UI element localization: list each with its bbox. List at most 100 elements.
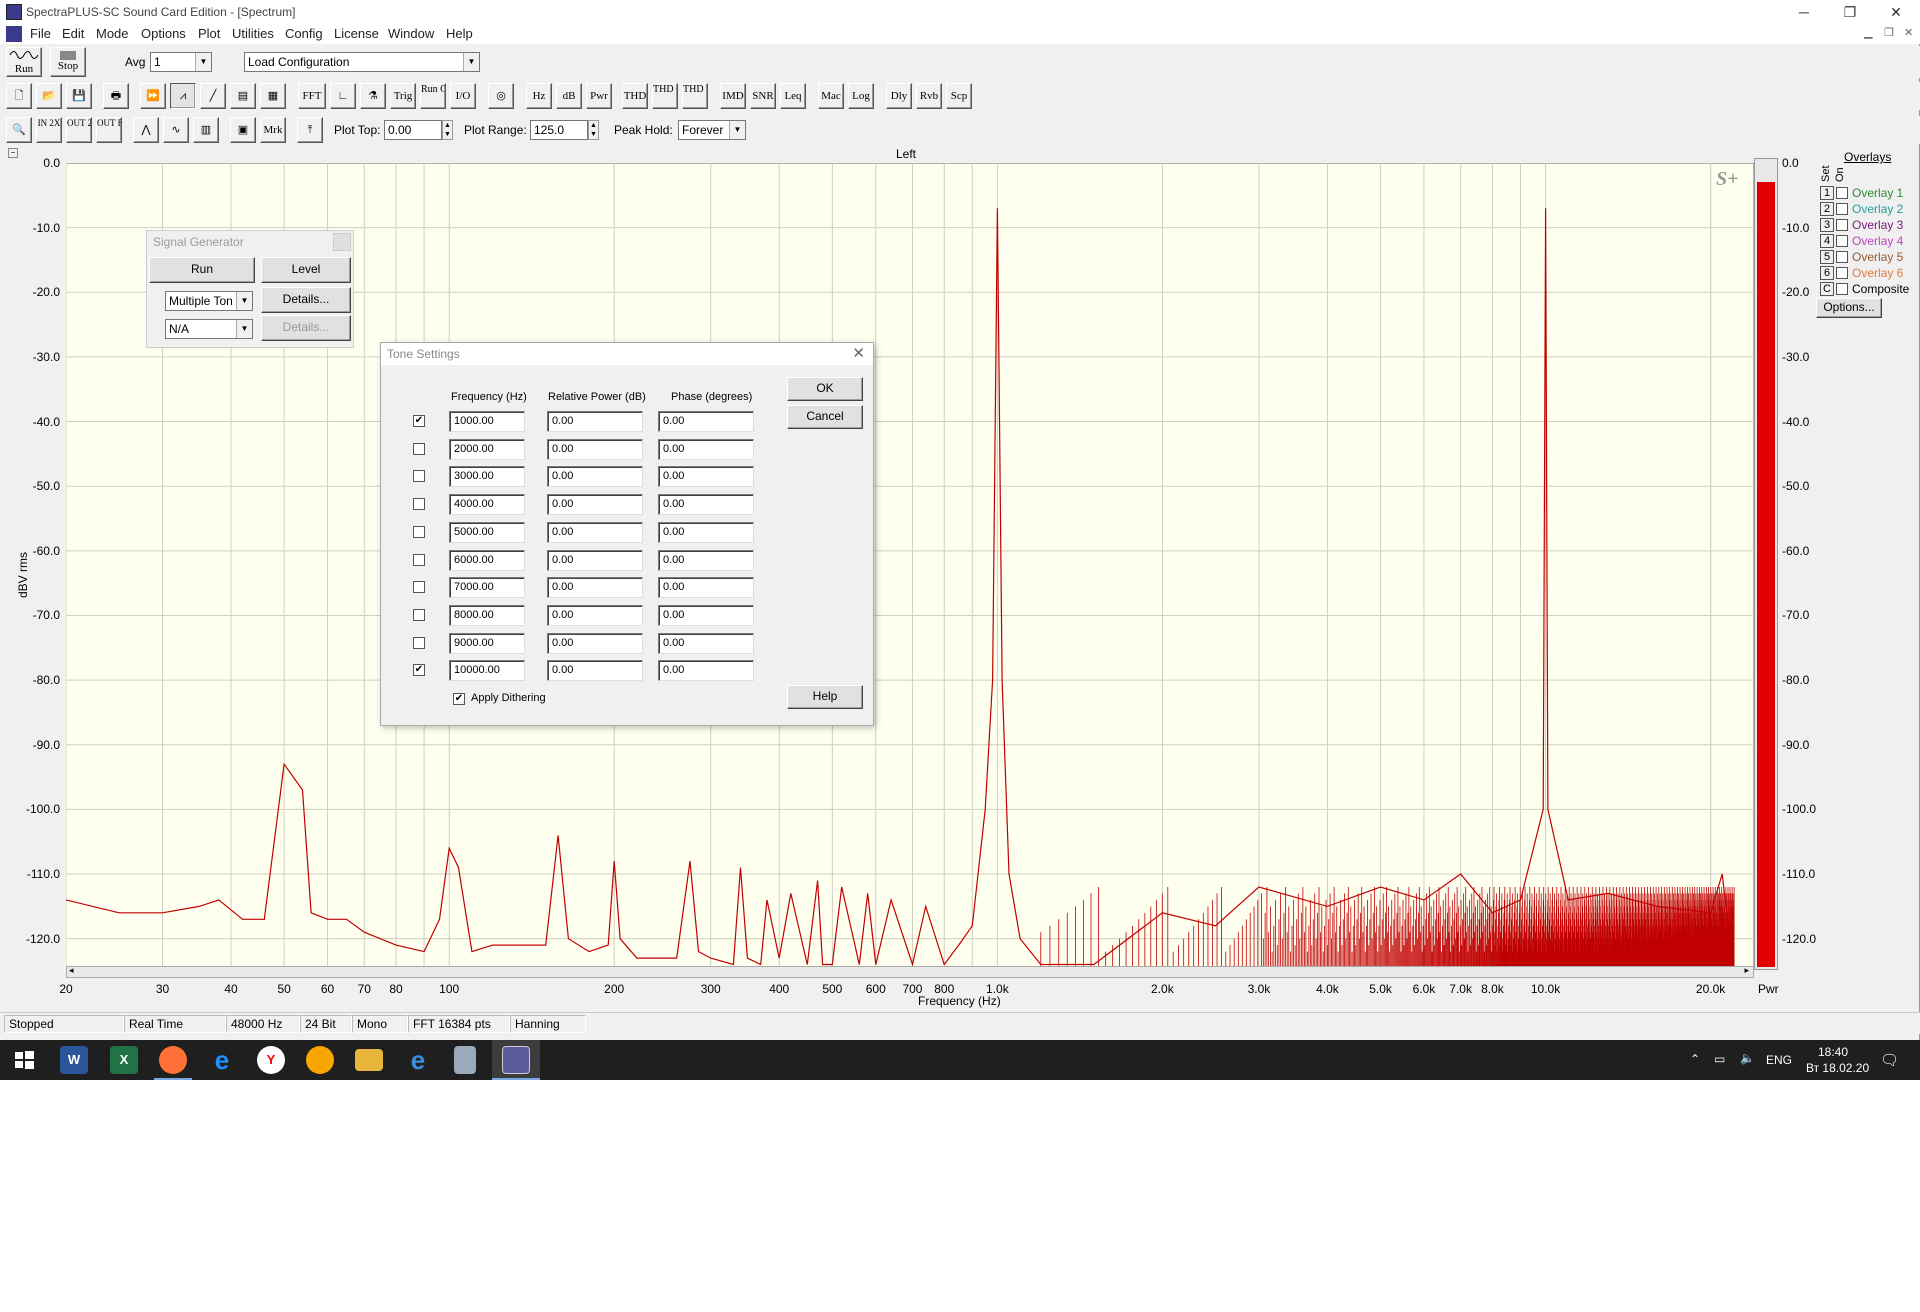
tone-phase-field[interactable]: 0.00: [658, 660, 754, 682]
tone-frequency-field[interactable]: 10000.00: [449, 660, 525, 682]
tone-enable-checkbox[interactable]: [413, 581, 425, 594]
tone-enable-checkbox[interactable]: [413, 608, 425, 621]
menu-mode[interactable]: Mode: [96, 26, 129, 41]
thd-button[interactable]: THD: [622, 83, 648, 109]
zoom-icon[interactable]: 🔍: [6, 117, 32, 143]
peak-hold-select[interactable]: Forever ▼: [678, 120, 746, 140]
plot-top-input[interactable]: 0.00 ▲ ▼: [384, 120, 453, 140]
siggen-second-select[interactable]: N/A ▼: [165, 319, 253, 339]
cancel-button[interactable]: Cancel: [787, 405, 863, 429]
overlay-on-checkbox[interactable]: [1836, 251, 1848, 263]
apply-dithering-checkbox[interactable]: ✔: [453, 693, 465, 705]
tone-enable-checkbox[interactable]: [413, 470, 425, 483]
mdi-restore-icon[interactable]: ❐: [1884, 26, 1894, 39]
close-icon[interactable]: ✕: [852, 344, 865, 362]
overlay-on-checkbox[interactable]: [1836, 235, 1848, 247]
tone-power-field[interactable]: 0.00: [547, 577, 643, 599]
avast-icon[interactable]: [306, 1046, 334, 1074]
overlay-options-button[interactable]: Options...: [1816, 298, 1882, 318]
notifications-icon[interactable]: 🗨: [1880, 1051, 1899, 1069]
tray-chevron-icon[interactable]: ⌃: [1690, 1052, 1700, 1066]
spectraplus-icon[interactable]: [502, 1046, 530, 1074]
spectrogram-icon[interactable]: ▤: [230, 83, 256, 109]
plot-scrollbar[interactable]: ◂ ▸: [66, 965, 1754, 978]
line-plot-icon[interactable]: ∿: [163, 117, 189, 143]
3d-surface-icon[interactable]: ▦: [260, 83, 286, 109]
tone-frequency-field[interactable]: 9000.00: [449, 632, 525, 654]
help-button[interactable]: Help: [787, 685, 863, 709]
calibration-icon[interactable]: ⚗: [360, 83, 386, 109]
excel-icon[interactable]: X: [110, 1046, 138, 1074]
signal-generator-icon[interactable]: ◎: [488, 83, 514, 109]
log-button[interactable]: Log: [848, 83, 874, 109]
clock-date[interactable]: Вт 18.02.20: [1806, 1061, 1869, 1075]
run-ctrl-button[interactable]: Run Ctrl: [420, 83, 446, 109]
network-icon[interactable]: ▭: [1714, 1052, 1725, 1066]
scp-button[interactable]: Scp: [946, 83, 972, 109]
print-icon[interactable]: 🖶: [103, 83, 129, 109]
tone-phase-field[interactable]: 0.00: [658, 632, 754, 654]
mac-button[interactable]: Mac: [818, 83, 844, 109]
menu-plot[interactable]: Plot: [198, 26, 220, 41]
edge-icon[interactable]: e: [208, 1046, 236, 1074]
tone-enable-checkbox[interactable]: ✔: [413, 415, 425, 427]
tone-phase-field[interactable]: 0.00: [658, 549, 754, 571]
tone-power-field[interactable]: 0.00: [547, 604, 643, 626]
overlay-set-button[interactable]: C: [1820, 282, 1834, 296]
leq-button[interactable]: Leq: [780, 83, 806, 109]
tone-frequency-field[interactable]: 4000.00: [449, 494, 525, 516]
tone-power-field[interactable]: 0.00: [547, 438, 643, 460]
tone-frequency-field[interactable]: 1000.00: [449, 411, 525, 432]
volume-icon[interactable]: 🔈: [1740, 1051, 1755, 1065]
tone-frequency-field[interactable]: 8000.00: [449, 604, 525, 626]
rvb-button[interactable]: Rvb: [916, 83, 942, 109]
grid-icon[interactable]: ▣: [230, 117, 256, 143]
zoom-full-button[interactable]: OUT FULL: [96, 117, 122, 143]
notepad-icon[interactable]: [454, 1046, 476, 1074]
menu-help[interactable]: Help: [446, 26, 473, 41]
save-icon[interactable]: 💾: [66, 83, 92, 109]
siggen-details2-button[interactable]: Details...: [261, 315, 351, 341]
overlay-set-button[interactable]: 5: [1820, 250, 1834, 264]
mdi-close-icon[interactable]: ✕: [1904, 26, 1913, 39]
overlay-set-button[interactable]: 6: [1820, 266, 1834, 280]
siggen-details-button[interactable]: Details...: [261, 287, 351, 313]
clock-time[interactable]: 18:40: [1818, 1045, 1848, 1059]
tone-phase-field[interactable]: 0.00: [658, 438, 754, 460]
stop-button[interactable]: Stop: [50, 47, 86, 77]
tone-frequency-field[interactable]: 7000.00: [449, 577, 525, 599]
siggen-level-button[interactable]: Level: [261, 257, 351, 283]
trig-button[interactable]: Trig: [390, 83, 416, 109]
time-series-icon[interactable]: ╱: [200, 83, 226, 109]
ie-icon[interactable]: e: [404, 1046, 432, 1074]
menu-window[interactable]: Window: [388, 26, 434, 41]
explorer-icon[interactable]: [355, 1049, 383, 1071]
tone-enable-checkbox[interactable]: [413, 525, 425, 538]
spin-updown-icon[interactable]: ▲ ▼: [588, 120, 599, 140]
windows-start-icon[interactable]: [10, 1046, 38, 1074]
snr-button[interactable]: SNR: [750, 83, 776, 109]
tone-enable-checkbox[interactable]: [413, 636, 425, 649]
tone-phase-field[interactable]: 0.00: [658, 411, 754, 432]
tone-phase-field[interactable]: 0.00: [658, 604, 754, 626]
scale-icon[interactable]: ⤒: [297, 117, 323, 143]
menu-options[interactable]: Options: [141, 26, 186, 41]
run-button[interactable]: Run: [6, 47, 42, 77]
menu-edit[interactable]: Edit: [62, 26, 84, 41]
overlay-on-checkbox[interactable]: [1836, 187, 1848, 199]
tone-enable-checkbox[interactable]: [413, 553, 425, 566]
tone-phase-field[interactable]: 0.00: [658, 521, 754, 543]
bar-plot-icon[interactable]: ▥: [193, 117, 219, 143]
firefox-icon[interactable]: [159, 1046, 187, 1074]
menu-utilities[interactable]: Utilities: [232, 26, 274, 41]
overlay-on-checkbox[interactable]: [1836, 219, 1848, 231]
tone-power-field[interactable]: 0.00: [547, 466, 643, 488]
overlay-set-button[interactable]: 3: [1820, 218, 1834, 232]
overlay-on-checkbox[interactable]: [1836, 203, 1848, 215]
config-select[interactable]: Load Configuration ▼: [244, 52, 480, 72]
menu-file[interactable]: File: [30, 26, 51, 41]
spectrum-icon[interactable]: ⩘: [170, 83, 196, 109]
yandex-icon[interactable]: Y: [257, 1046, 285, 1074]
tone-power-field[interactable]: 0.00: [547, 549, 643, 571]
tone-phase-field[interactable]: 0.00: [658, 577, 754, 599]
